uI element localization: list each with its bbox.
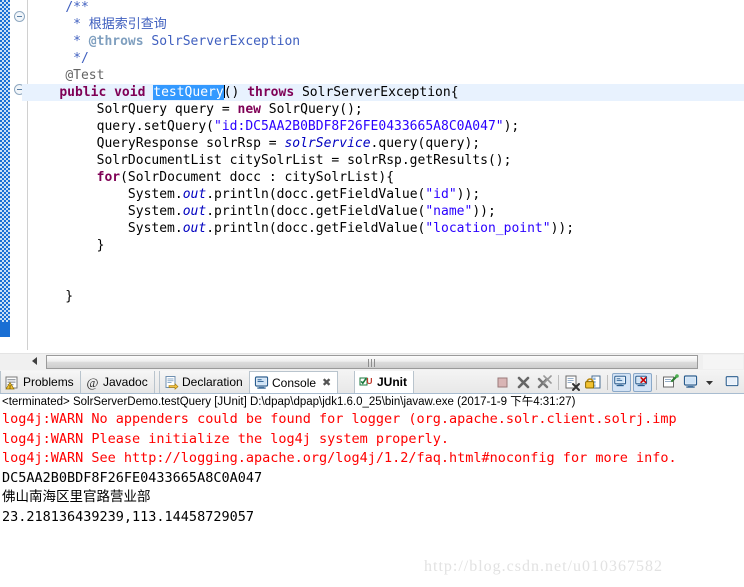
- bottom-view-panel: Problems @ Javadoc Declaratio: [0, 370, 744, 587]
- code-line[interactable]: public void testQuery() throws SolrServe…: [22, 84, 744, 101]
- remove-all-terminated-button[interactable]: [535, 373, 554, 392]
- scroll-lock-button[interactable]: [584, 373, 603, 392]
- view-tab-bar: Problems @ Javadoc Declaratio: [0, 370, 744, 394]
- scrollbar-thumb[interactable]: [46, 355, 698, 369]
- console-process-header: <terminated> SolrServerDemo.testQuery [J…: [0, 394, 744, 410]
- code-line[interactable]: }: [28, 237, 744, 254]
- declaration-icon: [164, 375, 179, 390]
- code-line[interactable]: [28, 254, 744, 271]
- open-console-button[interactable]: [724, 373, 743, 392]
- code-editor[interactable]: } /** * 根据索引查询 * @throws SolrServerExcep…: [0, 0, 744, 350]
- console-line: log4j:WARN See http://logging.apache.org…: [2, 449, 744, 469]
- tab-junit[interactable]: U JUnit: [354, 371, 414, 393]
- tab-javadoc-label: Javadoc: [103, 375, 148, 389]
- svg-text:U: U: [366, 376, 372, 386]
- problems-icon: [5, 375, 20, 390]
- tab-junit-label: JUnit: [377, 375, 407, 389]
- code-line[interactable]: * @throws SolrServerException: [28, 33, 744, 50]
- toolbar-separator-2: [607, 375, 608, 390]
- show-console-on-output-button[interactable]: [612, 373, 631, 392]
- console-line: log4j:WARN No appenders could be found f…: [2, 410, 744, 430]
- code-line[interactable]: @Test: [28, 67, 744, 84]
- javadoc-at-icon: @: [85, 375, 100, 390]
- console-text[interactable]: log4j:WARN No appenders could be found f…: [0, 410, 744, 527]
- show-console-on-error-button[interactable]: [633, 373, 652, 392]
- toolbar-separator-3: [656, 375, 657, 390]
- fold-collapse-comment-icon[interactable]: [14, 11, 25, 22]
- code-line[interactable]: System.out.println(docc.getFieldValue("i…: [28, 186, 744, 203]
- console-line: DC5AA2B0BDF8F26FE0433665A8C0A047: [2, 469, 744, 489]
- console-toolbar: [492, 372, 744, 392]
- code-content[interactable]: } /** * 根据索引查询 * @throws SolrServerExcep…: [28, 0, 744, 305]
- junit-icon: U: [359, 375, 374, 390]
- tab-javadoc[interactable]: @ Javadoc: [80, 371, 155, 393]
- code-line[interactable]: for(SolrDocument docc : citySolrList){: [28, 169, 744, 186]
- tab-problems-label: Problems: [23, 375, 74, 389]
- tab-declaration[interactable]: Declaration: [159, 371, 250, 393]
- tab-problems[interactable]: Problems: [0, 371, 81, 393]
- text-caret: [224, 85, 225, 98]
- watermark-text: http://blog.csdn.net/u010367582: [424, 558, 663, 576]
- code-line[interactable]: System.out.println(docc.getFieldValue("n…: [28, 203, 744, 220]
- code-line[interactable]: QueryResponse solrRsp = solrService.quer…: [28, 135, 744, 152]
- tab-console[interactable]: Console ✖: [249, 371, 338, 393]
- tab-console-label: Console: [272, 376, 316, 390]
- editor-horizontal-scrollbar[interactable]: [0, 353, 744, 370]
- remove-launch-button[interactable]: [514, 373, 533, 392]
- scrollbar-track-right[interactable]: [703, 355, 743, 369]
- editor-change-indicator: [0, 322, 10, 337]
- terminate-button[interactable]: [493, 373, 512, 392]
- tab-console-close-icon[interactable]: ✖: [322, 376, 331, 389]
- toolbar-separator-1: [558, 375, 559, 390]
- console-dropdown-button[interactable]: [703, 373, 722, 392]
- code-line[interactable]: */: [28, 50, 744, 67]
- scrollbar-grip-icon: [368, 359, 377, 367]
- code-line[interactable]: }: [28, 288, 744, 305]
- clear-console-button[interactable]: [563, 373, 582, 392]
- console-line: 23.218136439239,113.14458729057: [2, 508, 744, 528]
- code-line[interactable]: query.setQuery("id:DC5AA2B0BDF8F26FE0433…: [28, 118, 744, 135]
- editor-folding-margin[interactable]: [10, 0, 28, 350]
- svg-text:@: @: [87, 375, 99, 390]
- pin-console-button[interactable]: [661, 373, 680, 392]
- display-selected-console-button[interactable]: [682, 373, 701, 392]
- code-line[interactable]: * 根据索引查询: [28, 16, 744, 33]
- console-icon: [254, 375, 269, 390]
- console-line: log4j:WARN Please initialize the log4j s…: [2, 430, 744, 450]
- code-line[interactable]: System.out.println(docc.getFieldValue("l…: [28, 220, 744, 237]
- code-line[interactable]: SolrQuery query = new SolrQuery();: [28, 101, 744, 118]
- code-line[interactable]: [28, 271, 744, 288]
- code-line[interactable]: /**: [28, 0, 744, 16]
- tab-declaration-label: Declaration: [182, 375, 243, 389]
- scroll-left-arrow-icon[interactable]: [32, 357, 37, 365]
- code-line[interactable]: SolrDocumentList citySolrList = solrRsp.…: [28, 152, 744, 169]
- console-line: 佛山南海区里官路营业部: [2, 488, 744, 508]
- editor-overview-ruler[interactable]: [0, 0, 10, 337]
